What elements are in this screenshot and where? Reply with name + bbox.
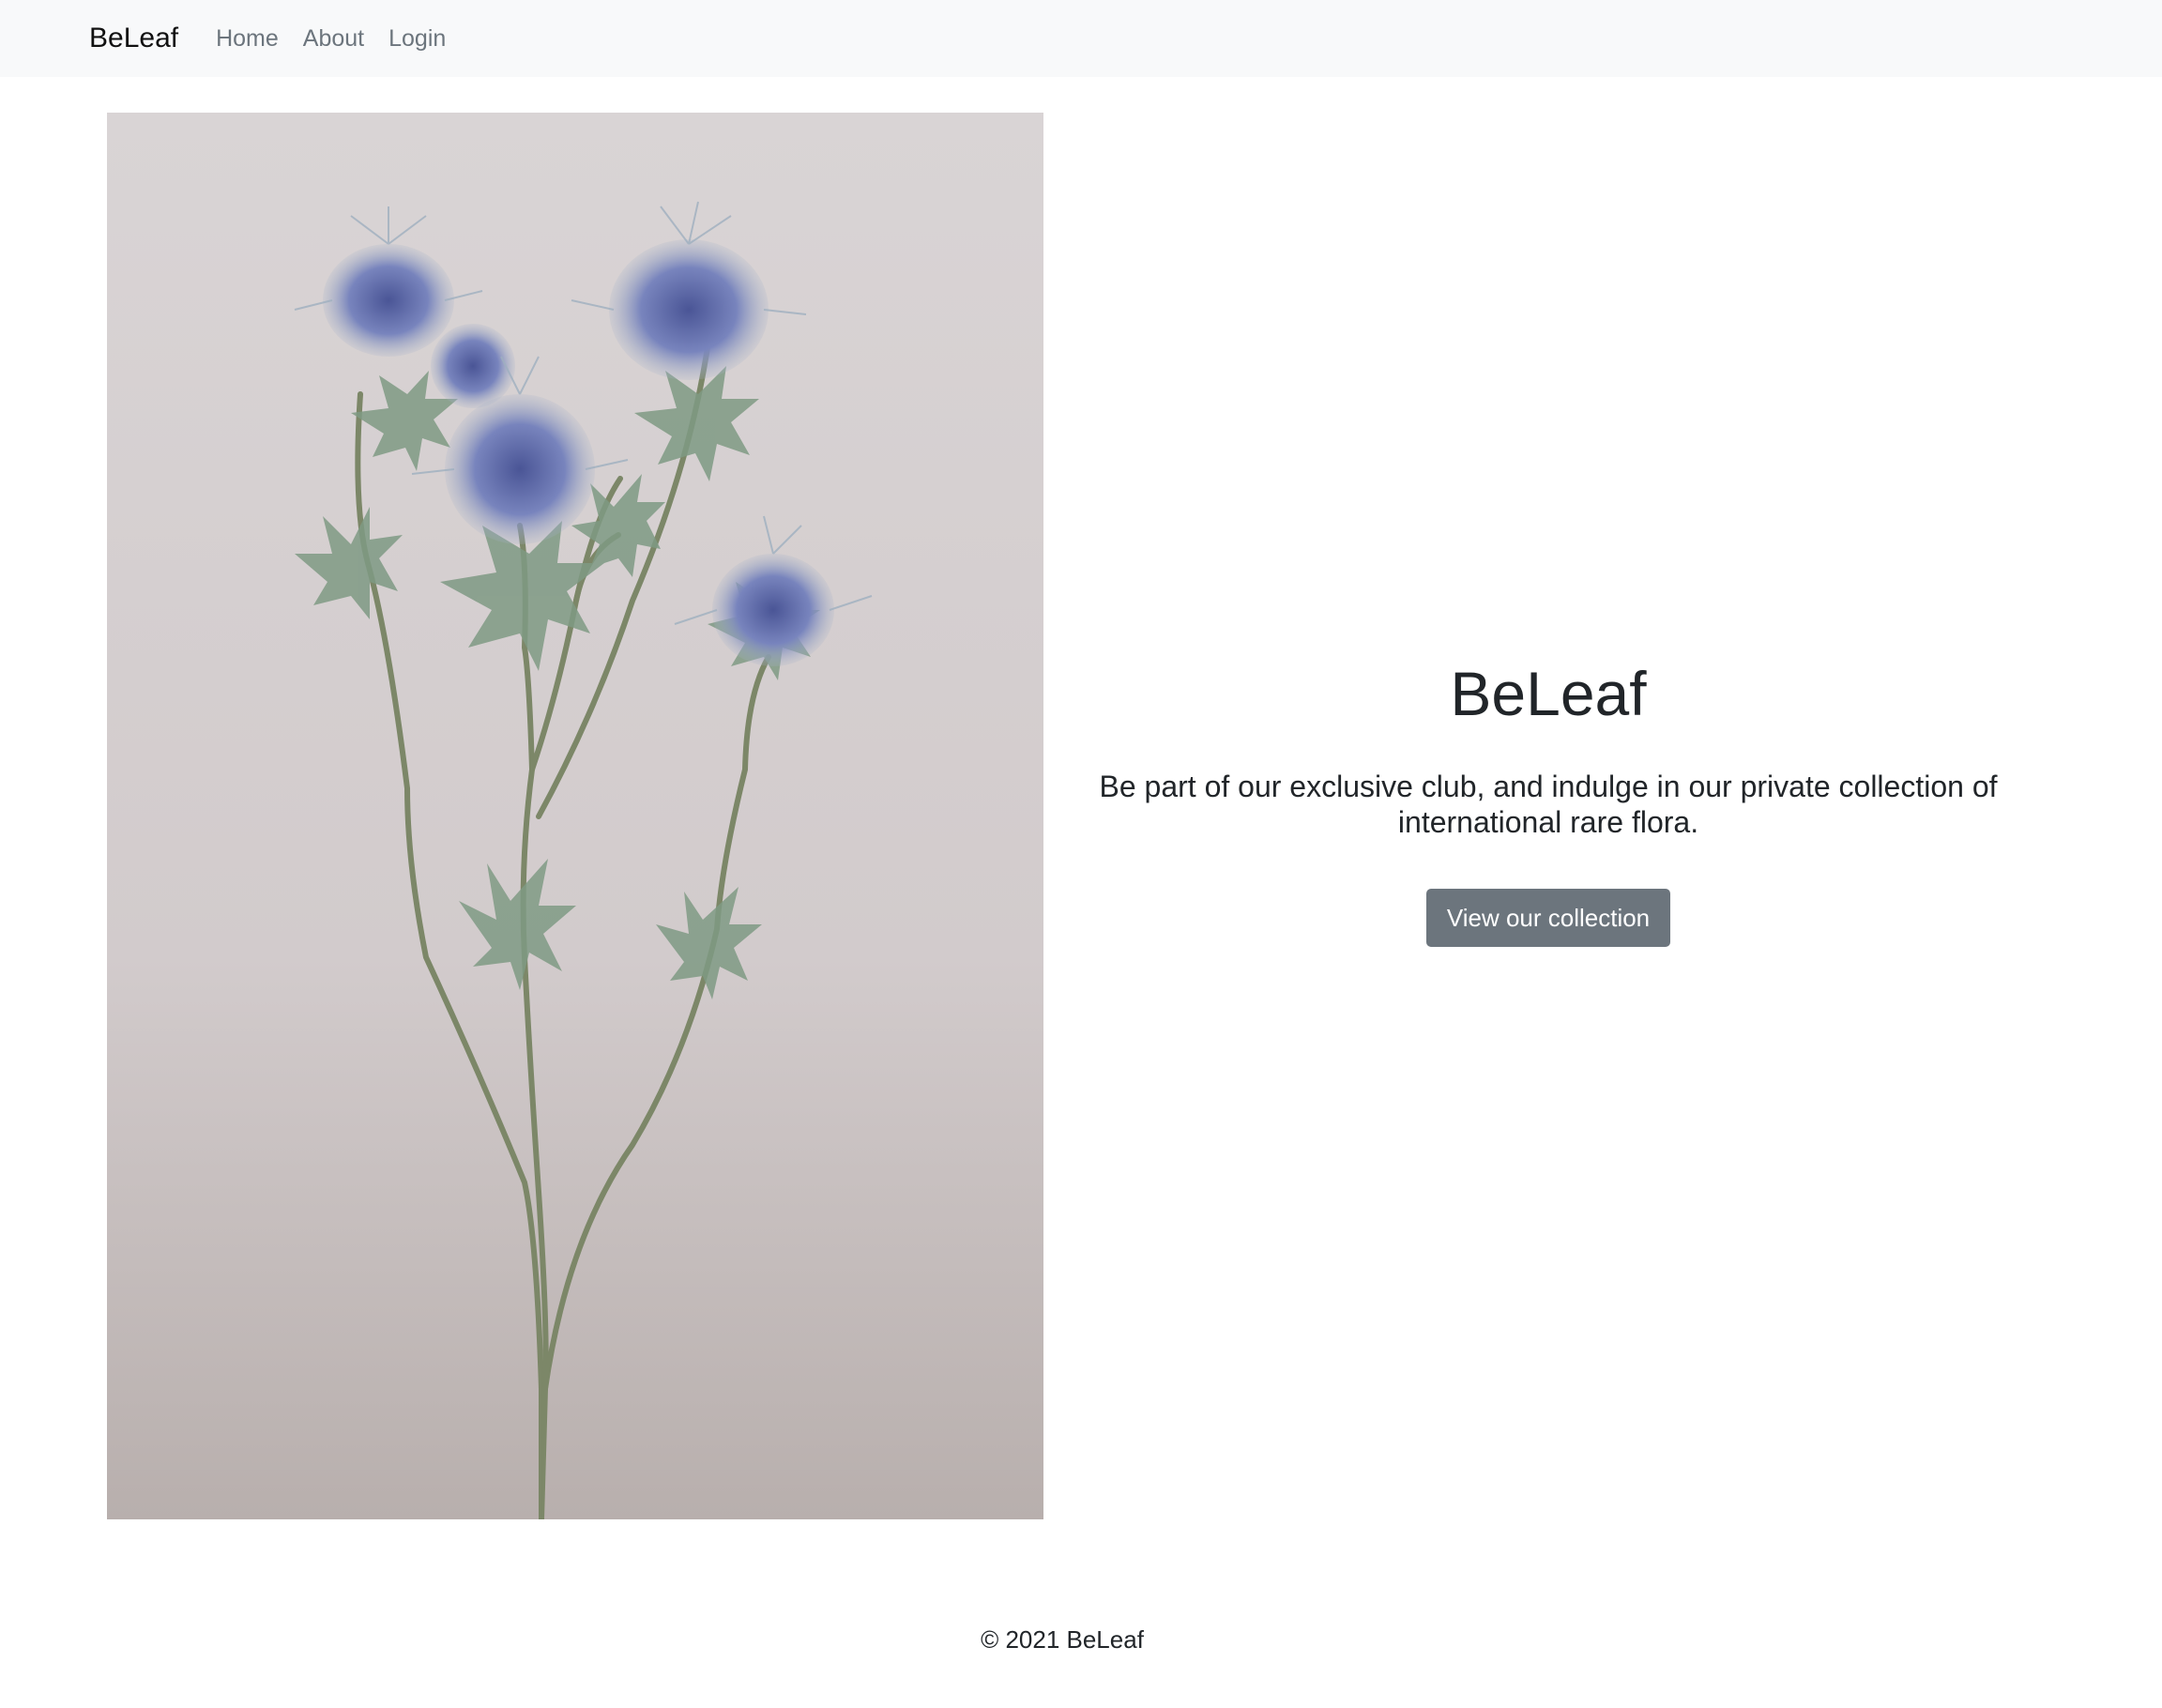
hero-title: BeLeaf	[1450, 659, 1647, 728]
view-collection-button[interactable]: View our collection	[1425, 889, 1671, 948]
hero-thistle-image	[107, 113, 1043, 1519]
nav-link-login[interactable]: Login	[388, 26, 446, 51]
nav-link-about[interactable]: About	[303, 26, 364, 51]
brand-logo-link[interactable]: BeLeaf	[89, 24, 178, 53]
hero-lead-text: Be part of our exclusive club, and indul…	[1099, 770, 1998, 840]
top-navbar: BeLeaf Home About Login	[0, 0, 2162, 77]
footer-copyright: © 2021 BeLeaf	[981, 1625, 1144, 1654]
nav-link-home[interactable]: Home	[216, 26, 279, 51]
hero-text-block: BeLeaf Be part of our exclusive club, an…	[1079, 657, 2017, 948]
